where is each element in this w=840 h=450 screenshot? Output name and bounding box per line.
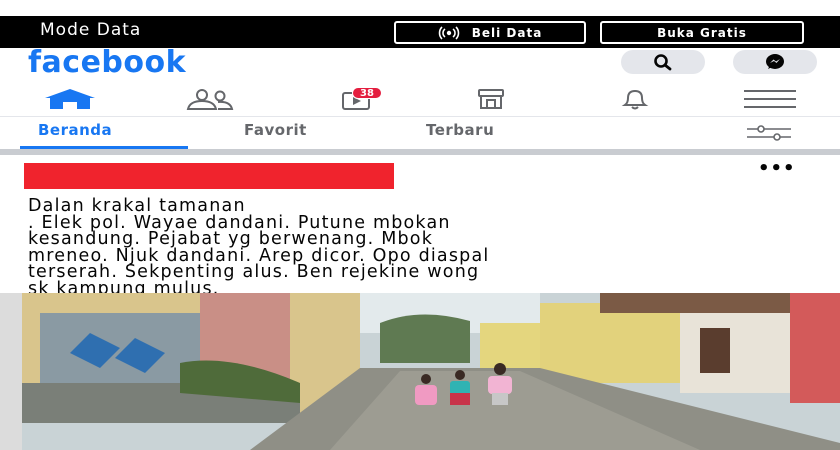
home-icon bbox=[45, 89, 95, 109]
search-button[interactable] bbox=[621, 50, 705, 74]
hamburger-menu-icon bbox=[744, 90, 796, 108]
filter-icon[interactable] bbox=[745, 125, 793, 141]
nav-home[interactable] bbox=[20, 82, 120, 116]
friends-icon bbox=[186, 89, 234, 110]
nav-menu[interactable] bbox=[720, 82, 820, 116]
tab-favorit[interactable]: Favorit bbox=[244, 121, 307, 139]
main-nav: 38 bbox=[0, 82, 840, 116]
post-more-options[interactable]: ••• bbox=[758, 158, 796, 179]
search-icon bbox=[654, 54, 672, 71]
bell-icon bbox=[621, 89, 649, 110]
nav-marketplace[interactable] bbox=[440, 82, 540, 116]
beli-data-label: Beli Data bbox=[471, 25, 543, 40]
broadcast-icon bbox=[438, 25, 459, 40]
tab-terbaru[interactable]: Terbaru bbox=[426, 121, 494, 139]
messenger-button[interactable] bbox=[733, 50, 817, 74]
facebook-logo: facebook bbox=[28, 45, 187, 80]
feed-divider bbox=[0, 149, 840, 155]
nav-watch[interactable]: 38 bbox=[300, 82, 410, 116]
marketplace-icon bbox=[478, 89, 504, 109]
data-mode-bar: Mode Data Beli Data Buka Gratis bbox=[0, 16, 840, 48]
village-street-photo bbox=[0, 293, 840, 450]
nav-notifications[interactable] bbox=[585, 82, 685, 116]
beli-data-button[interactable]: Beli Data bbox=[394, 21, 586, 44]
tab-beranda[interactable]: Beranda bbox=[38, 121, 112, 139]
buka-gratis-button[interactable]: Buka Gratis bbox=[600, 21, 804, 44]
feed-tabs: Beranda Favorit Terbaru bbox=[0, 116, 840, 150]
post-photo[interactable] bbox=[0, 293, 840, 450]
messenger-icon bbox=[766, 54, 784, 69]
post-text: Dalan krakal tamanan . Elek pol. Wayae d… bbox=[28, 198, 828, 297]
post-author-redacted bbox=[24, 163, 394, 189]
video-notification-badge: 38 bbox=[352, 87, 382, 99]
buka-gratis-label: Buka Gratis bbox=[657, 25, 747, 40]
data-mode-label: Mode Data bbox=[40, 20, 142, 40]
nav-friends[interactable] bbox=[160, 82, 260, 116]
